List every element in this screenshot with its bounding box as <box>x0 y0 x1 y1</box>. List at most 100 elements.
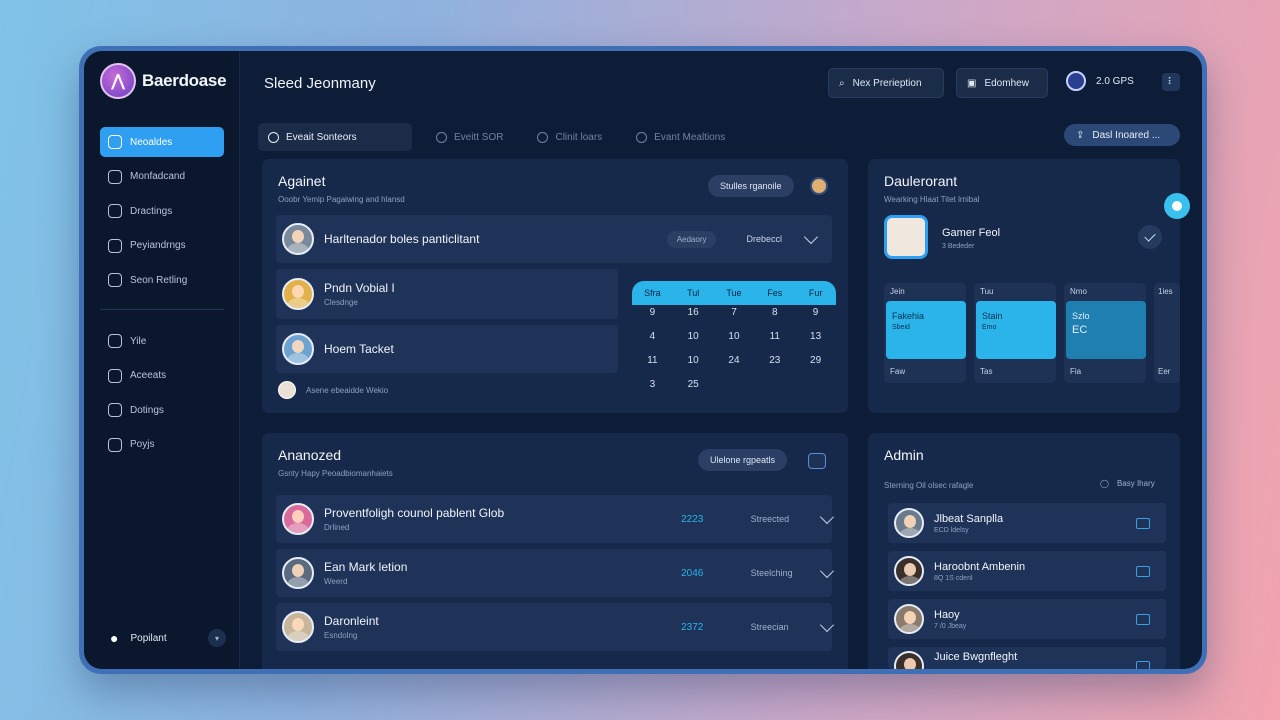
dashboard-title: Daulerorant <box>884 173 958 189</box>
admin-row[interactable]: Juice Bwgnfleght <box>888 647 1166 669</box>
analyzed-row-meta: Esndolng <box>324 631 358 640</box>
agenda-footer: Asene ebeaidde Wekio <box>278 381 388 399</box>
calendar-date[interactable]: 24 <box>714 355 755 369</box>
calendar-date[interactable]: 3 <box>632 379 673 393</box>
status-label: 2.0 GPS <box>1096 75 1134 87</box>
export-icon[interactable] <box>808 453 826 469</box>
tile-event[interactable]: Fakehia Sbeid <box>886 301 966 359</box>
check-button[interactable] <box>1138 225 1162 249</box>
apple-icon: ● <box>110 630 119 646</box>
admin-row[interactable]: Haoy 7 /0 Jbeay <box>888 599 1166 639</box>
brand-name: Baerdoase <box>142 71 227 90</box>
edit-button[interactable]: ▣ Edomhew <box>956 68 1048 98</box>
sidebar-item-label: Dotings <box>130 404 164 416</box>
sidebar-item-yile[interactable]: Yile <box>100 326 224 356</box>
chevron-down-icon[interactable] <box>803 229 819 245</box>
tab-evant-mealtions[interactable]: Evant Mealtions <box>626 123 735 151</box>
calendar-date[interactable]: 10 <box>673 355 714 369</box>
mail-icon[interactable] <box>1136 565 1150 577</box>
tile-foot: Fia <box>1070 367 1082 376</box>
globe-icon <box>108 135 122 149</box>
admin-row-name: Haroobnt Ambenin <box>934 560 1026 573</box>
user-avatar[interactable] <box>810 177 828 195</box>
avatar <box>282 278 314 310</box>
admin-row-sub: ECD ldelsy <box>934 526 969 534</box>
calendar-date[interactable]: 8 <box>754 307 795 321</box>
analyzed-row[interactable]: Daronleint Esndolng 2372 Streecian <box>276 603 835 651</box>
agenda-row[interactable]: Harltenador boles panticlitant Aedaory D… <box>276 215 832 263</box>
chevron-down-icon[interactable] <box>819 563 835 579</box>
calendar-date[interactable]: 10 <box>673 331 714 345</box>
sidebar-item-poyjs[interactable]: Poyjs <box>100 430 224 460</box>
tile-foot: Eer <box>1158 367 1171 376</box>
agenda-title: Againet <box>278 173 326 189</box>
profile-sub: 3 Bededer <box>942 243 975 250</box>
sidebar-item-neoaldes[interactable]: Neoaldes <box>100 127 224 157</box>
calendar-date[interactable]: 9 <box>795 307 836 321</box>
analyzed-row[interactable]: Ean Mark letion Weerd 2046 Steelching <box>276 549 835 597</box>
window-icon: ▣ <box>967 77 977 89</box>
analyzed-card: Ananozed Gsnty Hapy Peoadbiomanhaiets Ul… <box>262 433 848 669</box>
tab-eveitt-sor[interactable]: Eveitt SOR <box>426 123 513 151</box>
calendar-date[interactable]: 10 <box>714 331 755 345</box>
calendar-date[interactable]: 13 <box>795 331 836 345</box>
agenda-filter-pill[interactable]: Stulles rganoile <box>708 175 794 197</box>
admin-row[interactable]: Haroobnt Ambenin 8Q 1S cdenl <box>888 551 1166 591</box>
analyzed-row[interactable]: Proventfoligh counol pablent Glob Drline… <box>276 495 835 543</box>
calendar-date[interactable]: 11 <box>632 355 673 369</box>
chevron-down-icon[interactable] <box>819 509 835 525</box>
calendar-date[interactable]: 11 <box>754 331 795 345</box>
calendar-date[interactable]: 25 <box>673 379 714 393</box>
tab-clinit-loars[interactable]: Clinit loars <box>527 123 612 151</box>
edit-button-label: Edomhew <box>984 77 1029 89</box>
sidebar-footer[interactable]: ● Popilant ▾ <box>110 629 226 647</box>
day-tile[interactable]: 1ies Eer <box>1154 283 1180 383</box>
calendar-date[interactable]: 23 <box>754 355 795 369</box>
agenda-row[interactable]: Hoem Tacket <box>276 325 618 373</box>
shield-icon <box>108 273 122 287</box>
mail-icon[interactable] <box>1136 613 1150 625</box>
admin-row-name: Juice Bwgnfleght <box>934 651 1018 663</box>
tab-eveait-sonteors[interactable]: Eveait Sonteors <box>258 123 412 151</box>
search-button[interactable]: ⌕ Nex Prerieption <box>828 68 944 98</box>
tab-bar: Eveait Sonteors Eveitt SOR Clinit loars … <box>258 123 749 151</box>
day-tile[interactable]: Nmo Szlo EC Fia <box>1064 283 1146 383</box>
tile-event[interactable]: Stain Emo <box>976 301 1056 359</box>
mail-icon[interactable] <box>1136 661 1150 669</box>
sidebar-item-label: Peyiandrngs <box>130 240 186 251</box>
tab-action-button[interactable]: ⇪ Dasl Inoared ... <box>1064 124 1180 146</box>
day-tile[interactable]: Jein Fakehia Sbeid Faw <box>884 283 966 383</box>
calendar-date[interactable]: 29 <box>795 355 836 369</box>
mail-icon[interactable] <box>1136 517 1150 529</box>
calendar-date[interactable]: 9 <box>632 307 673 321</box>
sidebar-item-label: Neoaldes <box>130 136 173 148</box>
calendar-date[interactable]: 16 <box>673 307 714 321</box>
support-button[interactable] <box>1164 193 1190 219</box>
analyzed-filter-pill[interactable]: Ulelone rgpeatls <box>698 449 788 471</box>
day-tile[interactable]: Tuu Stain Emo Tas <box>974 283 1056 383</box>
admin-filter[interactable]: ◯ Basy Ihary <box>1100 479 1155 488</box>
tile-event[interactable]: Szlo EC <box>1066 301 1146 359</box>
calendar-date[interactable]: 4 <box>632 331 673 345</box>
page-title: Sleed Jeonmany <box>264 75 376 92</box>
search-icon: ⌕ <box>839 77 845 89</box>
sidebar-item-label: Aceeats <box>130 370 167 381</box>
sidebar-item-dractings[interactable]: Dractings <box>100 196 224 226</box>
avatar <box>282 611 314 643</box>
more-menu-button[interactable]: ⠇ <box>1162 73 1180 91</box>
analyzed-row-status: Steelching <box>750 568 793 578</box>
sidebar-nav: Neoaldes Monfadcand Dractings Peyiandrng… <box>100 127 224 464</box>
sidebar-item-aceeats[interactable]: Aceeats <box>100 361 224 391</box>
sidebar-item-peyiandrngs[interactable]: Peyiandrngs <box>100 231 224 261</box>
admin-row[interactable]: Jlbeat Sanplla ECD ldelsy <box>888 503 1166 543</box>
brand[interactable]: ⋀ Baerdoase <box>100 63 227 99</box>
agenda-row[interactable]: Pndn Vobial I Clesdnge <box>276 269 618 319</box>
calendar-date[interactable]: 7 <box>714 307 755 321</box>
sidebar-item-dotings[interactable]: Dotings <box>100 395 224 425</box>
footer-label: Popilant <box>130 632 167 644</box>
chevron-down-icon[interactable] <box>819 617 835 633</box>
status-indicator[interactable]: 2.0 GPS <box>1066 71 1134 91</box>
sidebar-item-seon-retling[interactable]: Seon Retling <box>100 265 224 295</box>
chevron-down-icon[interactable]: ▾ <box>208 629 226 647</box>
sidebar-item-monfadcand[interactable]: Monfadcand <box>100 162 224 192</box>
